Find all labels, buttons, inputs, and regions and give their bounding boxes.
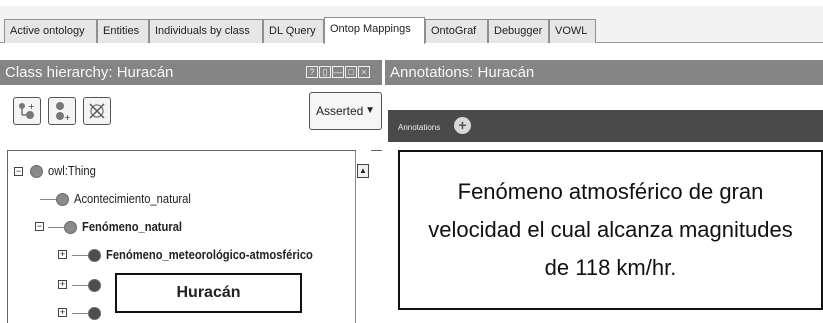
- tree-connector: [48, 227, 64, 228]
- tree-connector: [72, 313, 88, 314]
- annotations-header: Annotations: Huracán: [385, 60, 823, 85]
- chevron-down-icon: ▼: [365, 105, 375, 116]
- collapse-icon[interactable]: −: [14, 167, 23, 176]
- tree-connector: [40, 199, 56, 200]
- collapse-icon[interactable]: −: [35, 222, 44, 231]
- add-sibling-class-button[interactable]: +: [48, 97, 76, 125]
- add-subclass-icon: +: [19, 102, 35, 119]
- tree-item-label: Fenómeno_natural: [82, 219, 183, 234]
- minimize-icon[interactable]: —: [332, 66, 344, 78]
- tree-item-obscured[interactable]: +: [0, 276, 120, 294]
- hierarchy-mode-value: Asserted: [316, 104, 364, 118]
- tree-item-label: owl:Thing: [48, 163, 96, 178]
- class-icon: [88, 279, 101, 292]
- tree-item-label: Fenómeno_meteorológico-atmosférico: [106, 247, 313, 262]
- class-icon: [56, 193, 69, 206]
- class-hierarchy-title: Class hierarchy: Huracán: [5, 64, 174, 81]
- class-icon: [88, 249, 101, 262]
- tab-ontop-mappings[interactable]: Ontop Mappings: [324, 17, 425, 44]
- class-icon: [64, 221, 77, 234]
- annotation-description-callout: Fenómeno atmosférico de gran velocidad e…: [398, 150, 823, 310]
- tree-item-fenomeno-meteorologico-atmosferico[interactable]: + Fenómeno_meteorológico-atmosférico: [0, 246, 352, 264]
- delete-class-button[interactable]: [83, 97, 111, 125]
- add-subclass-button[interactable]: +: [13, 97, 41, 125]
- close-icon[interactable]: ×: [358, 66, 370, 78]
- tree-item-owl-thing[interactable]: − owl:Thing: [0, 163, 350, 181]
- plus-icon: +: [458, 117, 467, 133]
- tab-debugger[interactable]: Debugger: [488, 19, 549, 43]
- tab-active-ontology[interactable]: Active ontology: [4, 19, 97, 43]
- svg-text:+: +: [28, 102, 35, 111]
- hierarchy-mode-select[interactable]: Asserted ▼: [309, 92, 382, 130]
- expand-icon[interactable]: +: [58, 308, 67, 317]
- svg-text:+: +: [64, 113, 71, 122]
- annotations-section-label: Annotations: [398, 123, 441, 132]
- tree-connector: [72, 285, 88, 286]
- maximize-icon[interactable]: □: [345, 66, 357, 78]
- class-hierarchy-header: Class hierarchy: Huracán ? ▯ — □ ×: [0, 60, 382, 85]
- tab-bar: Active ontology Entities Individuals by …: [0, 6, 823, 44]
- annotations-title: Annotations: Huracán: [390, 64, 535, 81]
- scroll-up-arrow-icon[interactable]: ▲: [357, 164, 369, 178]
- tree-item-label: Acontecimiento_natural: [74, 191, 191, 206]
- tab-ontograf[interactable]: OntoGraf: [425, 19, 488, 43]
- tree-item-obscured[interactable]: +: [0, 304, 120, 322]
- selected-class-label: Huracán: [176, 284, 241, 301]
- tab-dl-query[interactable]: DL Query: [263, 19, 324, 43]
- add-sibling-class-icon: +: [56, 102, 71, 122]
- add-annotation-button[interactable]: +: [454, 117, 471, 134]
- tab-individuals-by-class[interactable]: Individuals by class: [149, 19, 263, 43]
- float-icon[interactable]: ▯: [319, 66, 331, 78]
- tree-connector: [72, 255, 88, 256]
- tab-vowl[interactable]: VOWL: [549, 19, 596, 43]
- class-icon: [88, 307, 101, 320]
- expand-icon[interactable]: +: [58, 280, 67, 289]
- delete-class-icon: [89, 103, 105, 119]
- tab-entities[interactable]: Entities: [97, 19, 149, 43]
- annotation-description: Fenómeno atmosférico de gran velocidad e…: [428, 179, 793, 280]
- class-icon: [30, 165, 43, 178]
- selected-class-callout: Huracán: [115, 273, 302, 313]
- expand-icon[interactable]: +: [58, 250, 67, 259]
- help-icon[interactable]: ?: [306, 66, 318, 78]
- tree-item-acontecimiento-natural[interactable]: Acontecimiento_natural: [0, 190, 350, 208]
- tree-item-fenomeno-natural[interactable]: − Fenómeno_natural: [0, 218, 350, 236]
- window-controls: ? ▯ — □ ×: [306, 66, 370, 78]
